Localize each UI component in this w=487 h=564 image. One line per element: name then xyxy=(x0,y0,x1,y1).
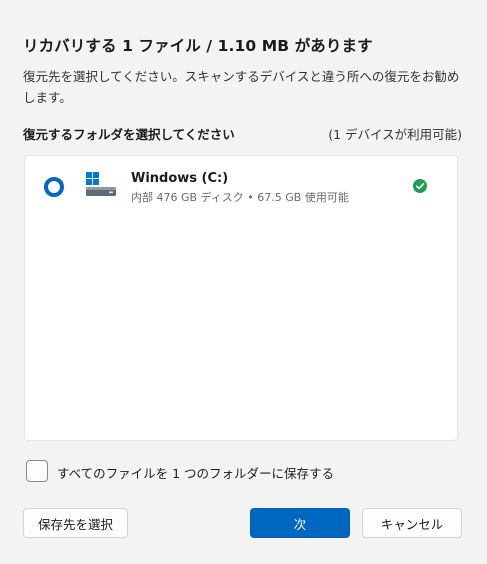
next-button[interactable]: 次 xyxy=(250,508,350,538)
dialog-description: 復元先を選択してください。スキャンするデバイスと違う所への復元をお勧めします。 xyxy=(23,69,460,105)
drive-list: Windows (C:) 内部 476 GB ディスク • 67.5 GB 使用… xyxy=(24,155,458,441)
save-all-label: すべてのファイルを 1 つのフォルダーに保存する xyxy=(57,466,335,481)
save-all-checkbox[interactable] xyxy=(26,460,48,482)
folder-section-label: 復元するフォルダを選択してください xyxy=(23,127,235,142)
drive-row-c[interactable]: Windows (C:) 内部 476 GB ディスク • 67.5 GB 使用… xyxy=(25,156,457,218)
device-count: (1 デバイスが利用可能) xyxy=(328,127,462,142)
cancel-button[interactable]: キャンセル xyxy=(362,508,462,538)
check-icon xyxy=(413,179,427,193)
drive-name: Windows (C:) xyxy=(131,171,229,186)
select-destination-button[interactable]: 保存先を選択 xyxy=(23,508,128,538)
drive-detail: 内部 476 GB ディスク • 67.5 GB 使用可能 xyxy=(131,191,349,204)
drive-radio[interactable] xyxy=(44,177,64,197)
dialog-title: リカバリする 1 ファイル / 1.10 MB があります xyxy=(23,37,373,55)
drive-icon xyxy=(86,172,116,196)
